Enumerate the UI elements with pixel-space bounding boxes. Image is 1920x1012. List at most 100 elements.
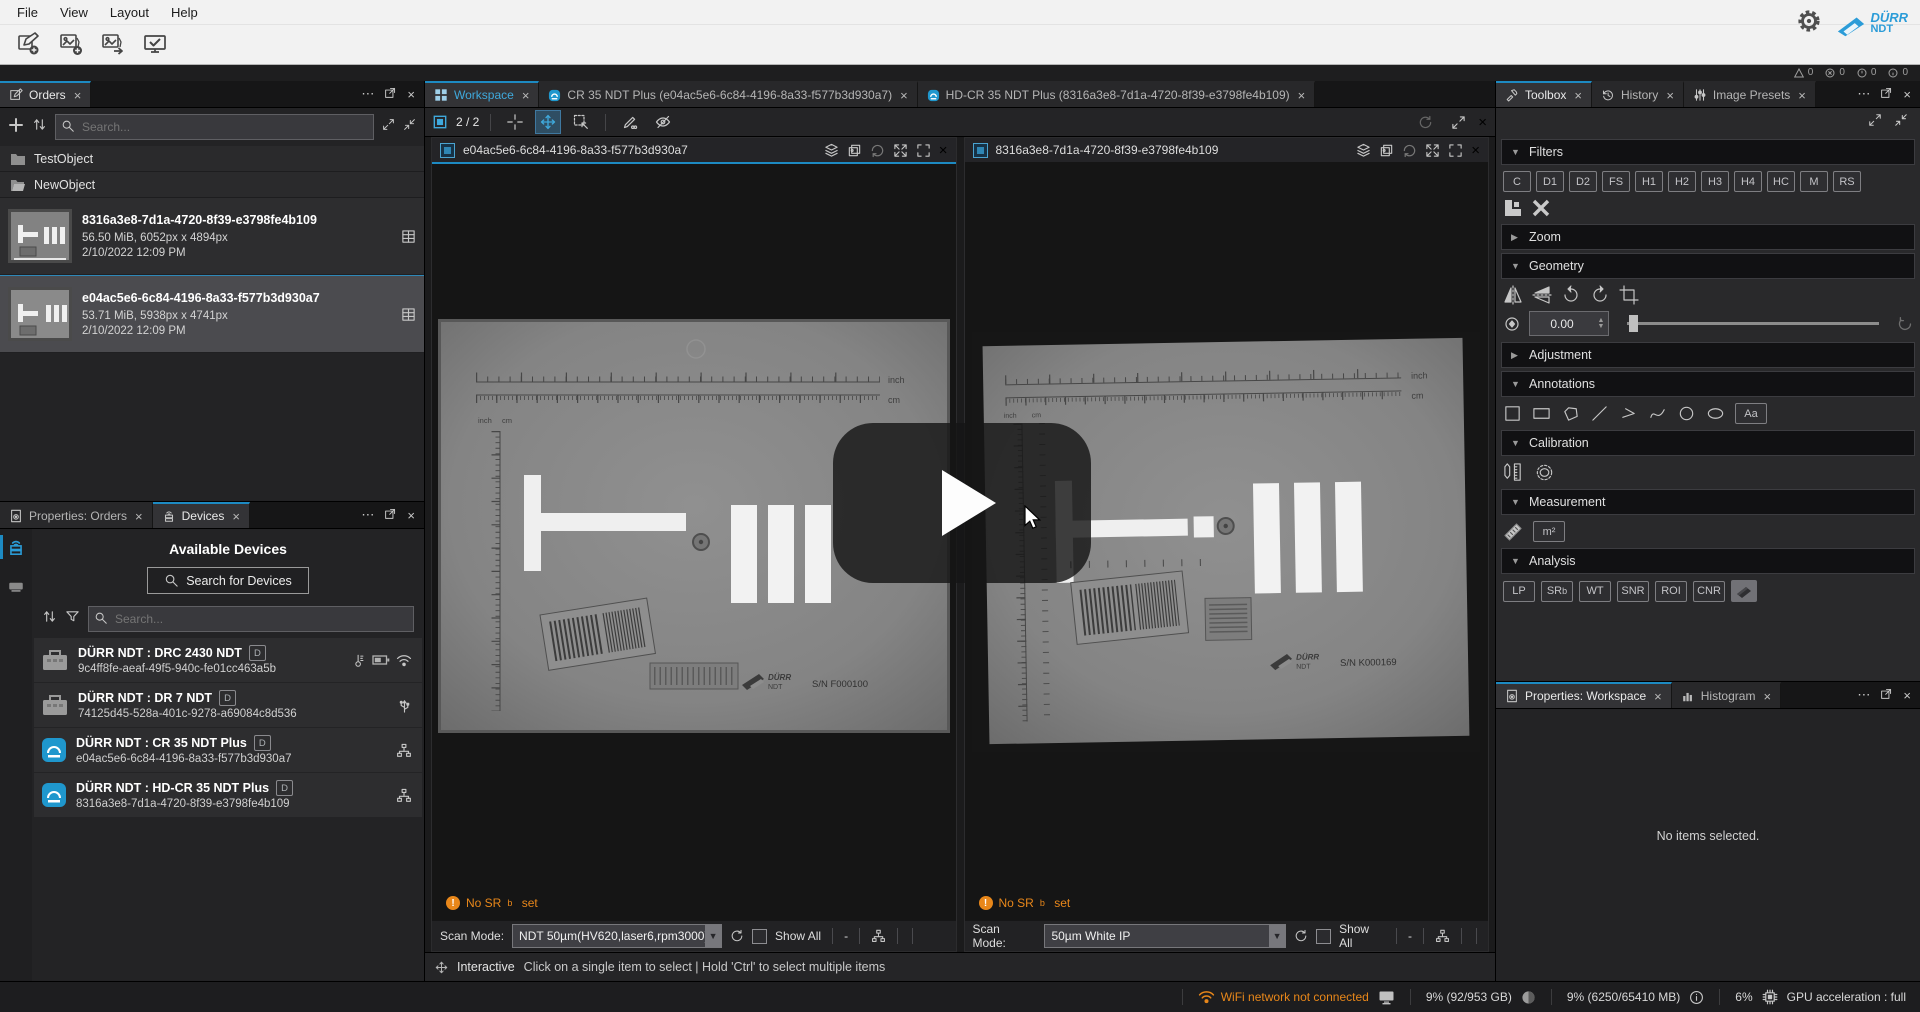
rotate-cw-icon[interactable] xyxy=(1561,285,1581,305)
filter-icon[interactable] xyxy=(65,609,80,629)
section-analysis[interactable]: ▼Analysis xyxy=(1501,548,1915,574)
wifi-status[interactable]: WiFi network not connected xyxy=(1198,990,1369,1004)
viewer-select-checkbox[interactable] xyxy=(440,143,455,158)
more-icon[interactable]: ⋯ xyxy=(361,86,374,102)
grid-icon[interactable] xyxy=(401,307,416,322)
more-icon[interactable]: ⋯ xyxy=(1857,86,1870,102)
close-icon[interactable]: × xyxy=(74,88,82,103)
menu-layout[interactable]: Layout xyxy=(99,2,160,23)
tab-cr35[interactable]: CR 35 NDT Plus (e04ac5e6-6c84-4196-8a33-… xyxy=(539,81,917,107)
close-icon[interactable]: × xyxy=(522,88,530,103)
area-measure-button[interactable]: m² xyxy=(1533,521,1565,542)
order-item-selected[interactable]: e04ac5e6-6c84-4196-8a33-f577b3d930a7 53.… xyxy=(0,275,424,353)
refresh-icon[interactable] xyxy=(1294,929,1308,943)
text-annotation-button[interactable]: Aa xyxy=(1735,403,1767,424)
tab-history[interactable]: History× xyxy=(1592,81,1684,107)
close-icon[interactable]: × xyxy=(1654,689,1662,704)
tab-devices[interactable]: Devices× xyxy=(153,502,250,528)
crop-icon[interactable] xyxy=(1619,285,1639,305)
grid-icon[interactable] xyxy=(401,229,416,244)
fit-view-icon[interactable] xyxy=(1425,143,1440,158)
viewer-select-checkbox[interactable] xyxy=(973,143,988,158)
menu-file[interactable]: File xyxy=(6,2,49,23)
memory-usage[interactable]: 9% (6250/65410 MB) xyxy=(1567,990,1680,1004)
close-panel-icon[interactable]: × xyxy=(1903,87,1911,102)
frame-icon[interactable] xyxy=(1448,143,1463,158)
wt-analysis-button[interactable]: WT xyxy=(1579,581,1611,602)
filter-button[interactable]: C xyxy=(1503,171,1531,192)
filter-button[interactable]: H1 xyxy=(1635,171,1663,192)
gpu-status[interactable]: GPU acceleration : full xyxy=(1787,990,1906,1004)
rotate-ccw-icon[interactable] xyxy=(1590,285,1610,305)
alert-error-count[interactable]: 0 xyxy=(1825,68,1845,78)
crosshair-tool[interactable] xyxy=(502,110,528,134)
filter-button[interactable]: H2 xyxy=(1668,171,1696,192)
ellipse-annotation-icon[interactable] xyxy=(1706,404,1725,423)
chevron-down-icon[interactable]: ▼ xyxy=(705,925,721,947)
wedge-analysis-button[interactable] xyxy=(1731,580,1757,602)
close-icon[interactable]: × xyxy=(1763,689,1771,704)
curve-annotation-icon[interactable] xyxy=(1648,404,1667,423)
annotate-tool[interactable] xyxy=(617,110,643,134)
tab-hdcr35[interactable]: HD-CR 35 NDT Plus (8316a3e8-7d1a-4720-8f… xyxy=(918,81,1316,107)
section-zoom[interactable]: ▶Zoom xyxy=(1501,224,1915,250)
ruler-icon[interactable] xyxy=(1503,522,1523,542)
close-icon[interactable]: × xyxy=(1798,88,1806,103)
close-icon[interactable]: × xyxy=(1298,88,1306,103)
sort-icon[interactable] xyxy=(32,117,47,137)
rotate-icon[interactable] xyxy=(870,143,885,158)
close-panel-icon[interactable]: × xyxy=(407,508,415,523)
collapse-all-icon[interactable] xyxy=(403,118,416,136)
monitor-icon[interactable] xyxy=(1378,990,1395,1005)
tab-image-presets[interactable]: Image Presets× xyxy=(1684,81,1816,107)
close-workspace-icon[interactable]: × xyxy=(1478,114,1487,131)
rotate-icon[interactable] xyxy=(1402,143,1417,158)
show-all-checkbox[interactable] xyxy=(752,929,767,944)
popout-icon[interactable] xyxy=(384,507,397,523)
close-icon[interactable]: × xyxy=(1574,88,1582,103)
close-icon[interactable]: × xyxy=(135,509,143,524)
settings-gear-icon[interactable] xyxy=(1796,8,1822,39)
flip-vertical-icon[interactable] xyxy=(1532,285,1552,305)
alert-exclaim-count[interactable]: 0 xyxy=(1857,68,1877,78)
menu-view[interactable]: View xyxy=(49,2,99,23)
expand-all-icon[interactable] xyxy=(382,118,395,136)
square-annotation-icon[interactable] xyxy=(1503,404,1522,423)
close-panel-icon[interactable]: × xyxy=(1903,688,1911,703)
import-image-button[interactable] xyxy=(54,29,88,59)
srb-analysis-button[interactable]: SRb xyxy=(1541,581,1573,602)
device-row[interactable]: DÜRR NDT : DR 7 NDTD 74125d45-528a-401c-… xyxy=(34,683,422,728)
popout-icon[interactable] xyxy=(384,86,397,102)
section-measurement[interactable]: ▼Measurement xyxy=(1501,489,1915,515)
calibrate-circle-icon[interactable] xyxy=(1534,462,1555,483)
section-adjustment[interactable]: ▶Adjustment xyxy=(1501,342,1915,368)
circle-annotation-icon[interactable] xyxy=(1677,404,1696,423)
section-annotations[interactable]: ▼Annotations xyxy=(1501,371,1915,397)
orders-search-input[interactable] xyxy=(55,114,374,140)
filter-button[interactable]: H3 xyxy=(1701,171,1729,192)
cpu-usage[interactable]: 6% xyxy=(1735,990,1752,1004)
close-panel-icon[interactable]: × xyxy=(407,87,415,102)
close-icon[interactable]: × xyxy=(900,88,908,103)
refresh-layout-button[interactable] xyxy=(1412,110,1438,134)
chevron-down-icon[interactable]: ▼ xyxy=(1269,925,1285,947)
tab-toolbox[interactable]: Toolbox× xyxy=(1496,81,1592,107)
snr-analysis-button[interactable]: SNR xyxy=(1617,581,1649,602)
duplicate-icon[interactable] xyxy=(847,143,862,158)
rail-detectors-icon[interactable] xyxy=(2,571,30,599)
popout-icon[interactable] xyxy=(1880,687,1893,703)
section-geometry[interactable]: ▼Geometry xyxy=(1501,253,1915,279)
filter-button[interactable]: HC xyxy=(1767,171,1795,192)
section-filters[interactable]: ▼Filters xyxy=(1501,139,1915,165)
slider-thumb[interactable] xyxy=(1629,315,1638,332)
tab-orders[interactable]: Orders× xyxy=(0,81,91,107)
collapse-sections-icon[interactable] xyxy=(1894,113,1908,132)
tab-histogram[interactable]: Histogram× xyxy=(1672,682,1781,708)
select-tool[interactable] xyxy=(568,110,594,134)
popout-icon[interactable] xyxy=(1880,86,1893,102)
search-for-devices-button[interactable]: Search for Devices xyxy=(147,567,309,594)
reset-rotation-icon[interactable] xyxy=(1897,316,1913,332)
fit-view-icon[interactable] xyxy=(893,143,908,158)
scan-mode-select[interactable]: 50µm White IP ▼ xyxy=(1044,924,1286,948)
folder-row-newobject[interactable]: NewObject xyxy=(0,172,424,198)
